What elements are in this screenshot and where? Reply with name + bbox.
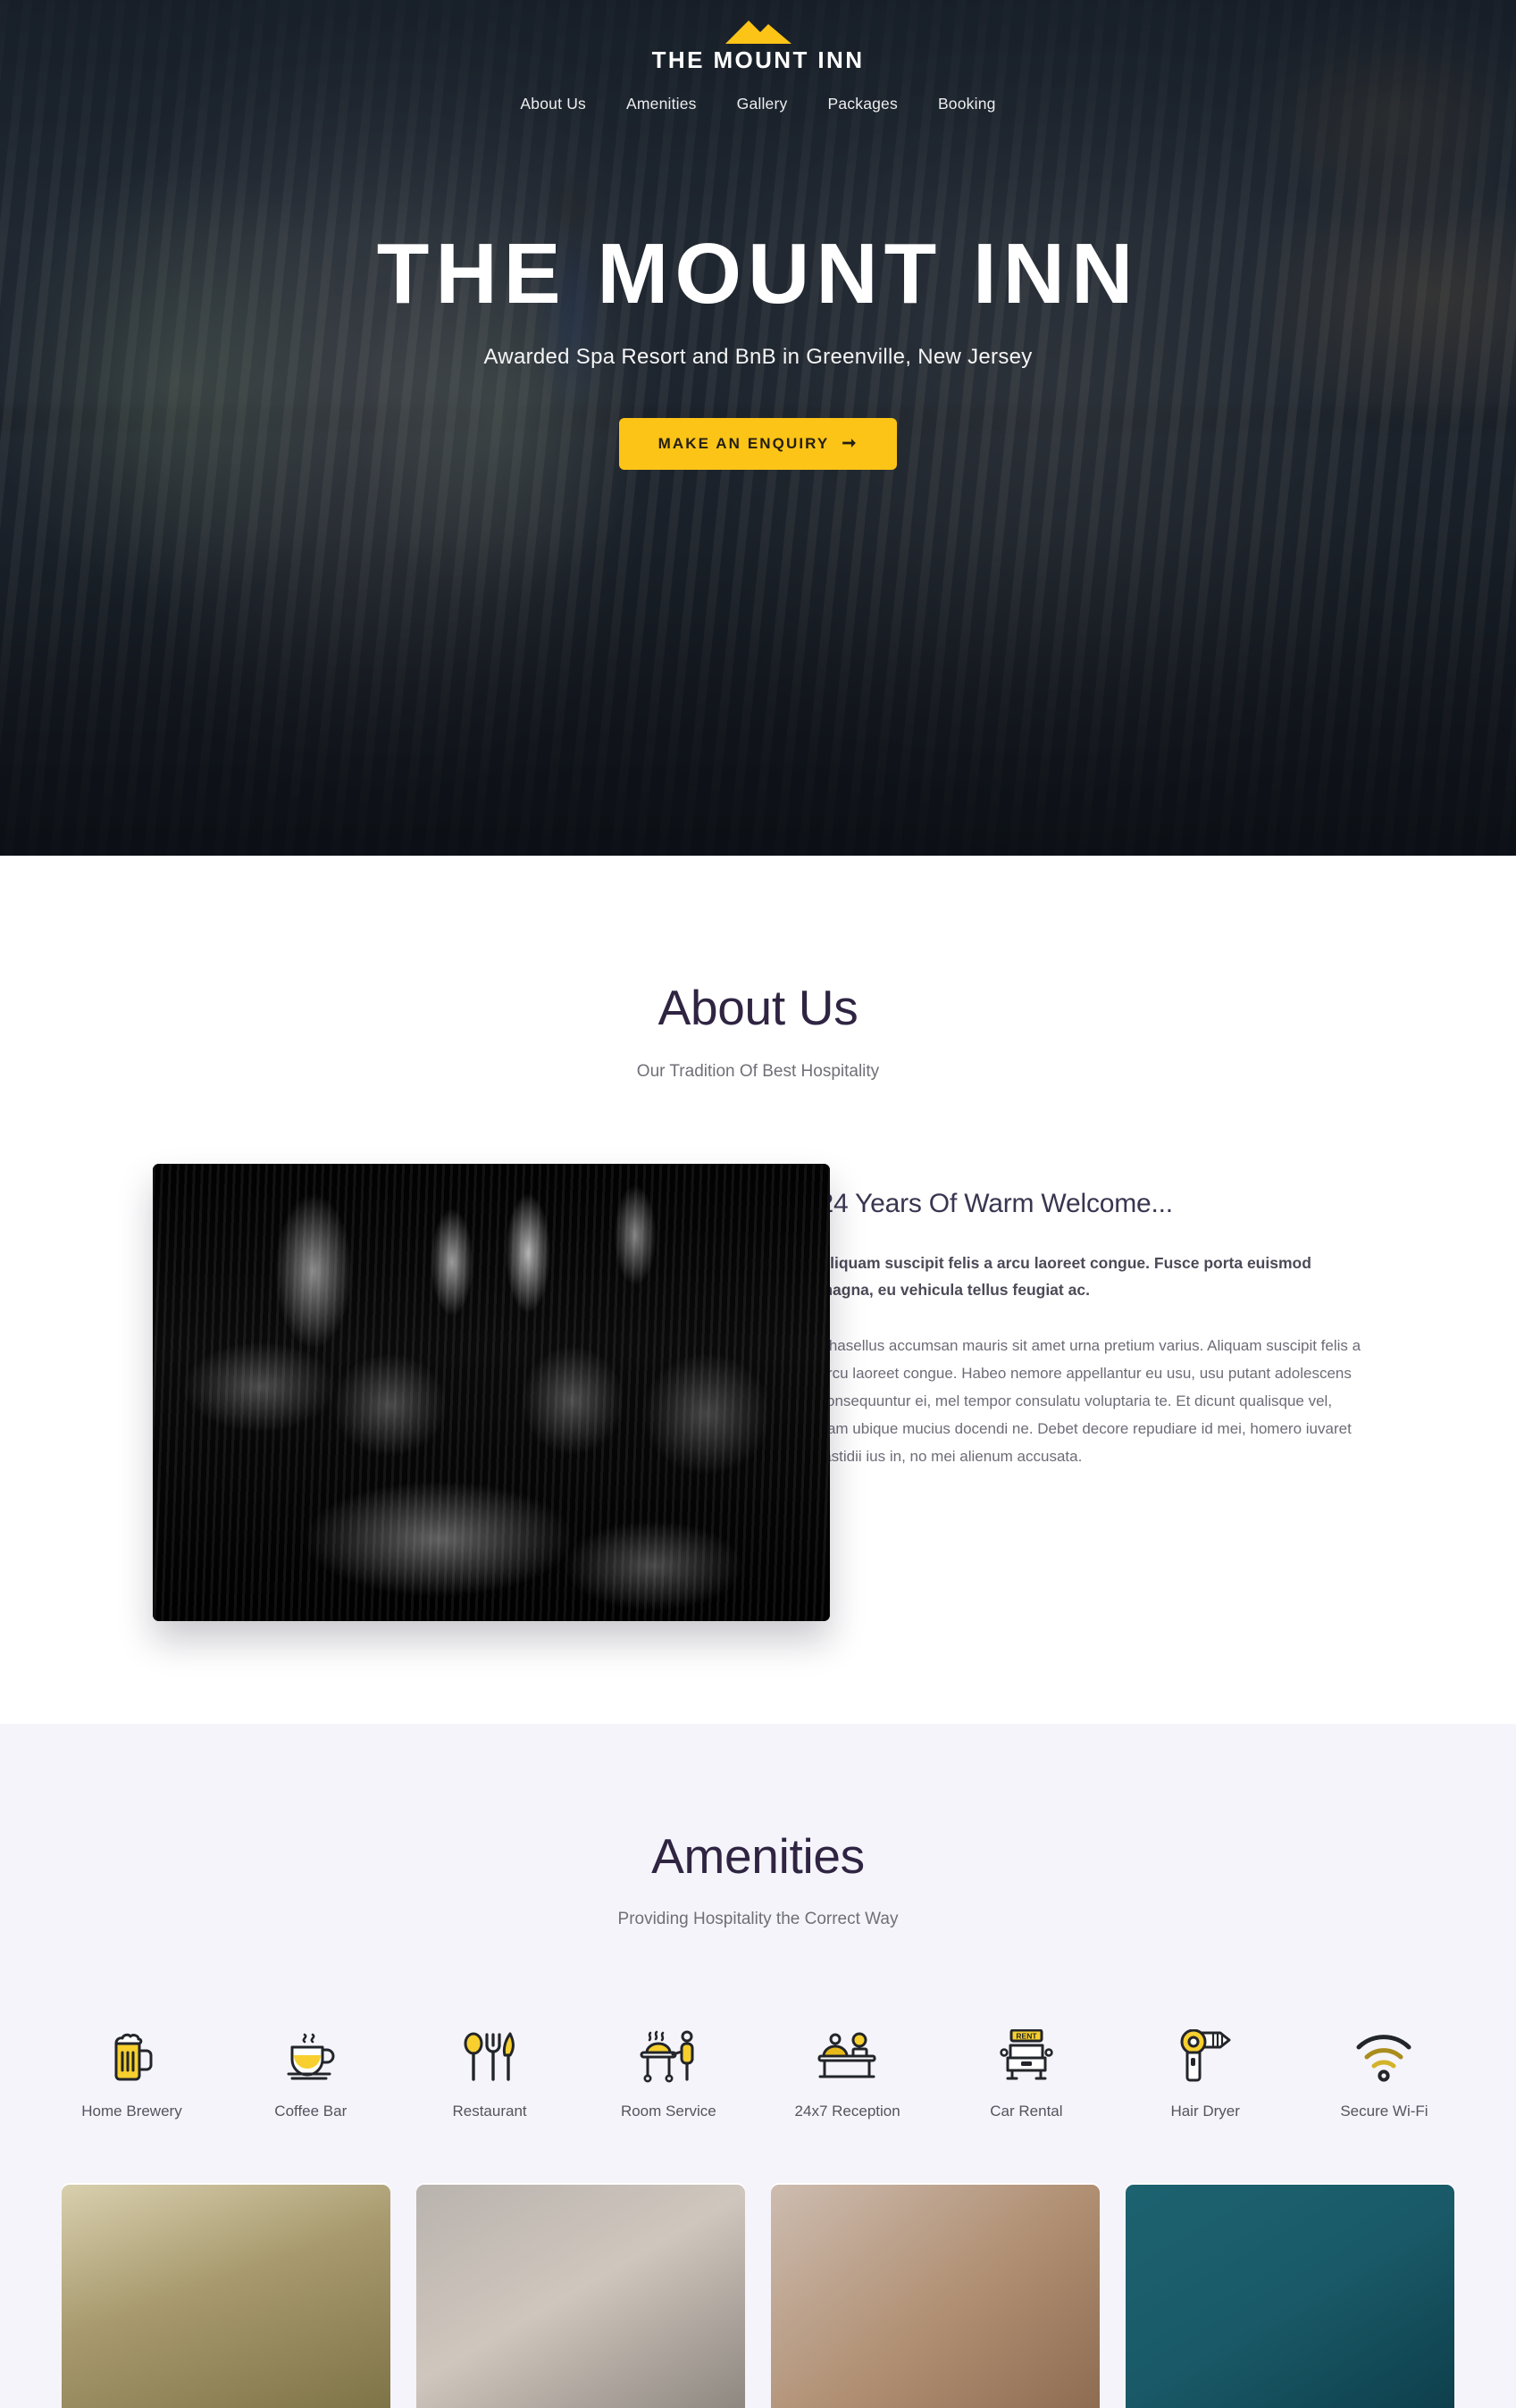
cutlery-icon [464,2029,515,2083]
svg-text:RENT: RENT [1016,2032,1037,2041]
about-image [153,1164,830,1621]
amenity-24x7-reception[interactable]: 24x7 Reception [764,2026,932,2120]
about-lead-paragraph: Aliquam suscipit felis a arcu laoreet co… [819,1250,1364,1304]
hero-section: THE MOUNT INN About Us Amenities Gallery… [0,0,1516,856]
site-logo[interactable]: THE MOUNT INN [0,0,1516,71]
amenity-label: Room Service [584,2103,752,2120]
gallery-image-2 [416,2185,745,2408]
nav-item-amenities[interactable]: Amenities [626,95,697,113]
nav-item-gallery[interactable]: Gallery [737,95,788,113]
nav-item-about-us[interactable]: About Us [520,95,586,113]
brand-name: THE MOUNT INN [0,48,1516,71]
make-an-enquiry-label: MAKE AN ENQUIRY [658,435,830,453]
about-text-column: 24 Years Of Warm Welcome... Aliquam susc… [750,1164,1446,1471]
amenity-car-rental[interactable]: RENT Car Rental [942,2026,1110,2120]
nav-item-packages[interactable]: Packages [827,95,897,113]
amenity-hair-dryer[interactable]: Hair Dryer [1121,2026,1289,2120]
nav-item-booking[interactable]: Booking [938,95,996,113]
amenity-label: Restaurant [406,2103,574,2120]
amenity-label: Car Rental [942,2103,1110,2120]
amenities-title: Amenities [0,1829,1516,1884]
about-heading: 24 Years Of Warm Welcome... [819,1189,1364,1219]
reception-desk-icon [817,2029,879,2083]
main-navigation: About Us Amenities Gallery Packages Book… [0,95,1516,113]
gallery-card-2[interactable] [416,2185,745,2408]
amenity-label: 24x7 Reception [764,2103,932,2120]
hero-title: THE MOUNT INN [0,230,1516,320]
gallery-card-4[interactable] [1126,2185,1454,2408]
amenities-section: Amenities Providing Hospitality the Corr… [0,1724,1516,2408]
beer-mug-icon [107,2029,157,2083]
amenities-subtitle: Providing Hospitality the Correct Way [0,1910,1516,1929]
amenity-secure-wifi[interactable]: Secure Wi-Fi [1300,2026,1468,2120]
amenity-label: Secure Wi-Fi [1300,2103,1468,2120]
gallery-card-1[interactable] [62,2185,390,2408]
wifi-icon [1355,2031,1412,2083]
amenity-coffee-bar[interactable]: Coffee Bar [227,2026,395,2120]
about-body-paragraph: Phasellus accumsan mauris sit amet urna … [819,1333,1364,1471]
gallery-image-1 [62,2185,390,2408]
about-subtitle: Our Tradition Of Best Hospitality [0,1062,1516,1082]
gallery-card-3[interactable] [771,2185,1100,2408]
gallery-image-4 [1126,2185,1454,2408]
about-section: About Us Our Tradition Of Best Hospitali… [0,856,1516,1724]
make-an-enquiry-button[interactable]: MAKE AN ENQUIRY ➞ [619,418,898,470]
about-figure [71,1164,750,1621]
amenity-label: Home Brewery [48,2103,216,2120]
amenities-icon-row: Home Brewery Coffee Bar [48,2026,1469,2120]
gallery-image-3 [771,2185,1100,2408]
amenity-home-brewery[interactable]: Home Brewery [48,2026,216,2120]
gallery-preview-row [62,2185,1455,2408]
mountain-icon [724,14,793,45]
hair-dryer-icon [1176,2029,1235,2083]
amenity-restaurant[interactable]: Restaurant [406,2026,574,2120]
rental-car-icon: RENT [999,2029,1054,2083]
about-image-art [153,1164,830,1621]
amenity-label: Coffee Bar [227,2103,395,2120]
amenity-room-service[interactable]: Room Service [584,2026,752,2120]
coffee-cup-icon [283,2029,339,2083]
arrow-right-icon: ➞ [842,435,858,452]
amenity-label: Hair Dryer [1121,2103,1289,2120]
about-title: About Us [0,981,1516,1035]
room-service-cart-icon [640,2029,697,2083]
hero-subtitle: Awarded Spa Resort and BnB in Greenville… [0,345,1516,370]
